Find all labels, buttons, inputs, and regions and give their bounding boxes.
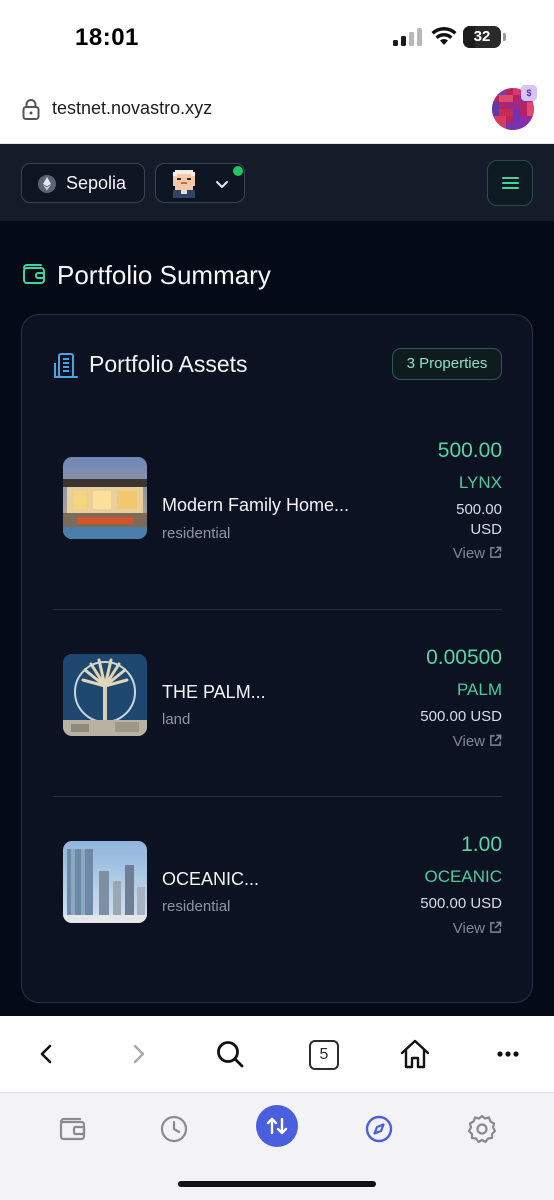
- settings-icon[interactable]: [462, 1109, 502, 1149]
- battery-level: 32: [473, 28, 491, 45]
- view-link[interactable]: View: [453, 920, 502, 937]
- properties-count-badge: 3 Properties: [392, 348, 502, 380]
- external-link-icon: [490, 734, 502, 746]
- more-icon[interactable]: [490, 1036, 526, 1072]
- card-title: Portfolio Assets: [89, 351, 248, 377]
- network-selector-button[interactable]: Sepolia: [21, 163, 145, 203]
- external-link-icon: [490, 921, 502, 933]
- asset-amount: 500.00: [437, 439, 502, 462]
- bottom-navigation: [0, 1092, 554, 1200]
- browser-toolbar: 5: [0, 1016, 554, 1092]
- hamburger-menu-button[interactable]: [487, 160, 533, 206]
- browser-url-bar[interactable]: testnet.novastro.xyz $: [0, 78, 554, 144]
- asset-amount: 0.00500: [426, 646, 502, 669]
- back-icon[interactable]: [29, 1036, 65, 1072]
- extension-badge: $: [521, 85, 537, 101]
- asset-name[interactable]: OCEANIC...: [162, 869, 259, 890]
- divider: [53, 609, 502, 610]
- status-time: 18:01: [75, 24, 139, 51]
- view-label: View: [452, 733, 485, 750]
- network-label: Sepolia: [66, 173, 127, 193]
- asset-amount: 1.00: [461, 833, 502, 856]
- view-link[interactable]: View: [453, 545, 502, 562]
- asset-row[interactable]: OCEANIC... residential 1.00 OCEANIC 500.…: [53, 833, 502, 963]
- wallet-nav-icon[interactable]: [52, 1109, 92, 1149]
- asset-name[interactable]: THE PALM...: [162, 682, 266, 703]
- asset-category: residential: [162, 898, 231, 915]
- external-link-icon: [490, 546, 502, 558]
- divider: [53, 796, 502, 797]
- asset-name[interactable]: Modern Family Home...: [162, 495, 349, 516]
- explore-icon[interactable]: [359, 1109, 399, 1149]
- asset-image: [63, 841, 147, 923]
- pixel-avatar: [173, 170, 195, 198]
- status-bar: 18:01 32: [0, 0, 554, 78]
- asset-image: [63, 654, 147, 736]
- asset-usd-currency: USD: [470, 521, 502, 538]
- battery-indicator: 32: [463, 26, 507, 48]
- swap-icon: [266, 1117, 288, 1135]
- lock-icon: [22, 99, 40, 120]
- asset-symbol: LYNX: [458, 473, 502, 492]
- asset-usd-value: 500.00 USD: [420, 708, 502, 725]
- asset-image: [63, 457, 147, 539]
- page-title: Portfolio Summary: [57, 260, 271, 290]
- app-viewport: Sepolia Portfolio Summary Portfolio Asse…: [0, 144, 554, 1016]
- home-icon[interactable]: [397, 1036, 433, 1072]
- online-status-dot: [233, 166, 243, 176]
- asset-symbol: OCEANIC: [424, 867, 502, 886]
- page-title-row: Portfolio Summary: [22, 259, 522, 295]
- menu-icon: [502, 177, 519, 189]
- wallet-icon: [23, 264, 45, 284]
- swap-nav-button[interactable]: [256, 1105, 298, 1147]
- ethereum-icon: [38, 175, 56, 193]
- forward-icon[interactable]: [120, 1036, 156, 1072]
- building-icon: [54, 353, 78, 378]
- asset-usd-value: 500.00: [456, 501, 502, 518]
- wifi-icon: [431, 26, 457, 45]
- search-icon[interactable]: [212, 1036, 248, 1072]
- account-menu-button[interactable]: [155, 163, 245, 203]
- tabs-icon[interactable]: 5: [309, 1040, 339, 1070]
- asset-symbol: PALM: [456, 680, 502, 699]
- asset-usd-value: 500.00 USD: [420, 895, 502, 912]
- asset-category: residential: [162, 525, 231, 542]
- view-label: View: [452, 920, 485, 937]
- view-label: View: [452, 545, 485, 562]
- view-link[interactable]: View: [453, 733, 502, 750]
- signal-icon: [393, 28, 423, 46]
- home-indicator: [178, 1181, 376, 1187]
- history-icon[interactable]: [154, 1109, 194, 1149]
- asset-category: land: [162, 711, 191, 728]
- app-header: Sepolia: [0, 144, 554, 221]
- url-text[interactable]: testnet.novastro.xyz: [52, 98, 212, 119]
- asset-row[interactable]: THE PALM... land 0.00500 PALM 500.00 USD…: [53, 646, 502, 776]
- asset-row[interactable]: Modern Family Home... residential 500.00…: [53, 439, 502, 589]
- chevron-down-icon: [216, 181, 228, 188]
- portfolio-assets-card: Portfolio Assets 3 Properties Modern Fam…: [21, 314, 533, 1003]
